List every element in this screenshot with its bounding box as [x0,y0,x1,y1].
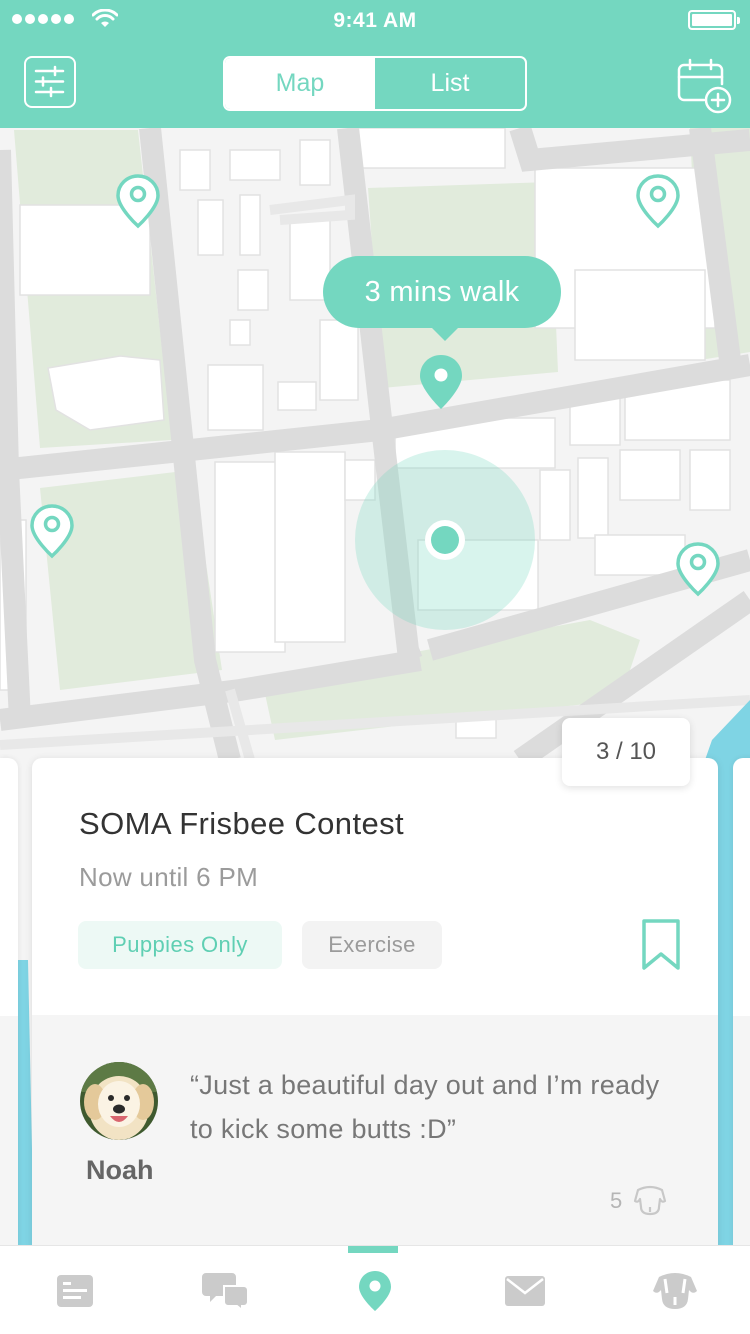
tab-map[interactable] [300,1246,450,1334]
bookmark-icon[interactable] [640,918,682,972]
card-pager: 3 / 10 [562,718,690,786]
dog-icon [653,1272,697,1309]
event-time: Now until 6 PM [79,862,259,892]
event-title: SOMA Frisbee Contest [79,806,405,841]
tag-puppies-only[interactable]: Puppies Only [78,921,282,969]
dog-like-icon [634,1185,667,1216]
map-pin-icon[interactable] [114,172,162,230]
tab-list[interactable]: List [375,58,525,109]
chat-icon [202,1272,248,1310]
map-pin-icon [359,1270,391,1311]
comment-section: Noah “Just a beautiful day out and I’m r… [32,1015,718,1248]
filter-button[interactable] [24,56,76,108]
calendar-add-icon [677,58,732,114]
tab-chat[interactable] [150,1246,300,1334]
status-bar: 9:41 AM [0,0,750,40]
next-event-card[interactable] [733,758,750,1248]
tab-bar [0,1245,750,1334]
status-time: 9:41 AM [333,9,417,32]
tab-profile[interactable] [600,1246,750,1334]
avatar[interactable] [80,1062,158,1140]
tag-exercise[interactable]: Exercise [302,921,442,969]
comment-author: Noah [86,1155,154,1185]
battery-icon [688,10,740,30]
add-event-button[interactable] [676,58,734,116]
map-pin-icon[interactable] [28,502,76,560]
walk-time-tooltip: 3 mins walk [323,256,561,341]
likes-count: 5 [610,1188,623,1213]
previous-event-card[interactable] [0,758,18,1248]
tab-messages[interactable] [450,1246,600,1334]
comment-text: “Just a beautiful day out and I’m ready … [190,1070,660,1144]
event-card[interactable]: SOMA Frisbee Contest Now until 6 PM Pupp… [32,758,718,1248]
tab-feed[interactable] [0,1246,150,1334]
sliders-icon [34,65,65,98]
map-pin-icon[interactable] [674,540,722,598]
view-toggle: Map List [223,56,527,111]
paw-likes[interactable]: 5 [610,1185,668,1217]
mail-icon [505,1275,545,1306]
dog-avatar-image [80,1062,158,1140]
app-header: 9:41 AM Map List [0,0,750,128]
selected-map-pin-icon[interactable] [417,353,465,411]
tab-map[interactable]: Map [225,58,375,109]
news-icon [57,1274,93,1307]
map-pin-icon[interactable] [634,172,682,230]
